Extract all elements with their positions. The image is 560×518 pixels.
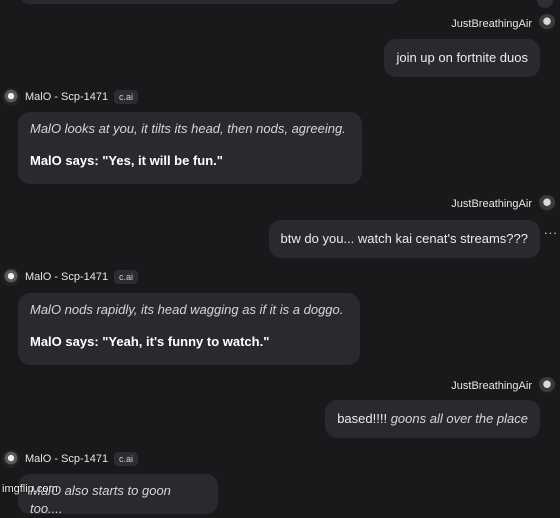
cai-badge: c.ai bbox=[114, 90, 139, 104]
bot-message-bubble: MalO nods rapidly, its head wagging as i… bbox=[18, 293, 360, 365]
previous-message-bubble bbox=[20, 0, 400, 4]
bot-name[interactable]: MalO - Scp-1471 bbox=[25, 453, 108, 465]
bot-speech: MalO says: "Yeah, it's funny to watch." bbox=[30, 334, 270, 349]
bot-speech: MalO says: "Yes, it will be fun." bbox=[30, 153, 223, 168]
user-message-bubble: join up on fortnite duos bbox=[384, 39, 540, 77]
user-message-bubble: based!!!! goons all over the place bbox=[325, 400, 540, 438]
user-message-italic: goons all over the place bbox=[390, 411, 528, 426]
user-name: JustBreathingAir bbox=[451, 18, 532, 30]
user-message-text: based!!!! bbox=[337, 411, 391, 426]
watermark: imgflip.com bbox=[2, 483, 58, 495]
cai-badge: c.ai bbox=[114, 452, 139, 466]
user-message-text: btw do you... watch kai cenat's streams?… bbox=[280, 231, 528, 246]
bot-narration: MalO nods rapidly, its head wagging as i… bbox=[30, 302, 344, 317]
bot-avatar[interactable] bbox=[2, 268, 20, 286]
user-message-bubble: btw do you... watch kai cenat's streams?… bbox=[268, 220, 540, 258]
bot-name[interactable]: MalO - Scp-1471 bbox=[25, 91, 108, 103]
user-message-text: join up on fortnite duos bbox=[396, 50, 528, 65]
cai-badge: c.ai bbox=[114, 270, 139, 284]
user-avatar[interactable] bbox=[538, 14, 556, 32]
bot-name[interactable]: MalO - Scp-1471 bbox=[25, 271, 108, 283]
bot-narration: MalO looks at you, it tilts its head, th… bbox=[30, 121, 346, 136]
user-avatar[interactable] bbox=[538, 377, 556, 395]
previous-avatar bbox=[537, 0, 553, 8]
bot-message-bubble: MalO looks at you, it tilts its head, th… bbox=[18, 112, 362, 184]
user-name: JustBreathingAir bbox=[451, 380, 532, 392]
user-avatar[interactable] bbox=[538, 195, 556, 213]
user-name: JustBreathingAir bbox=[451, 198, 532, 210]
bot-avatar[interactable] bbox=[2, 88, 20, 106]
more-options-icon[interactable]: ... bbox=[544, 222, 558, 237]
bot-avatar[interactable] bbox=[2, 450, 20, 468]
